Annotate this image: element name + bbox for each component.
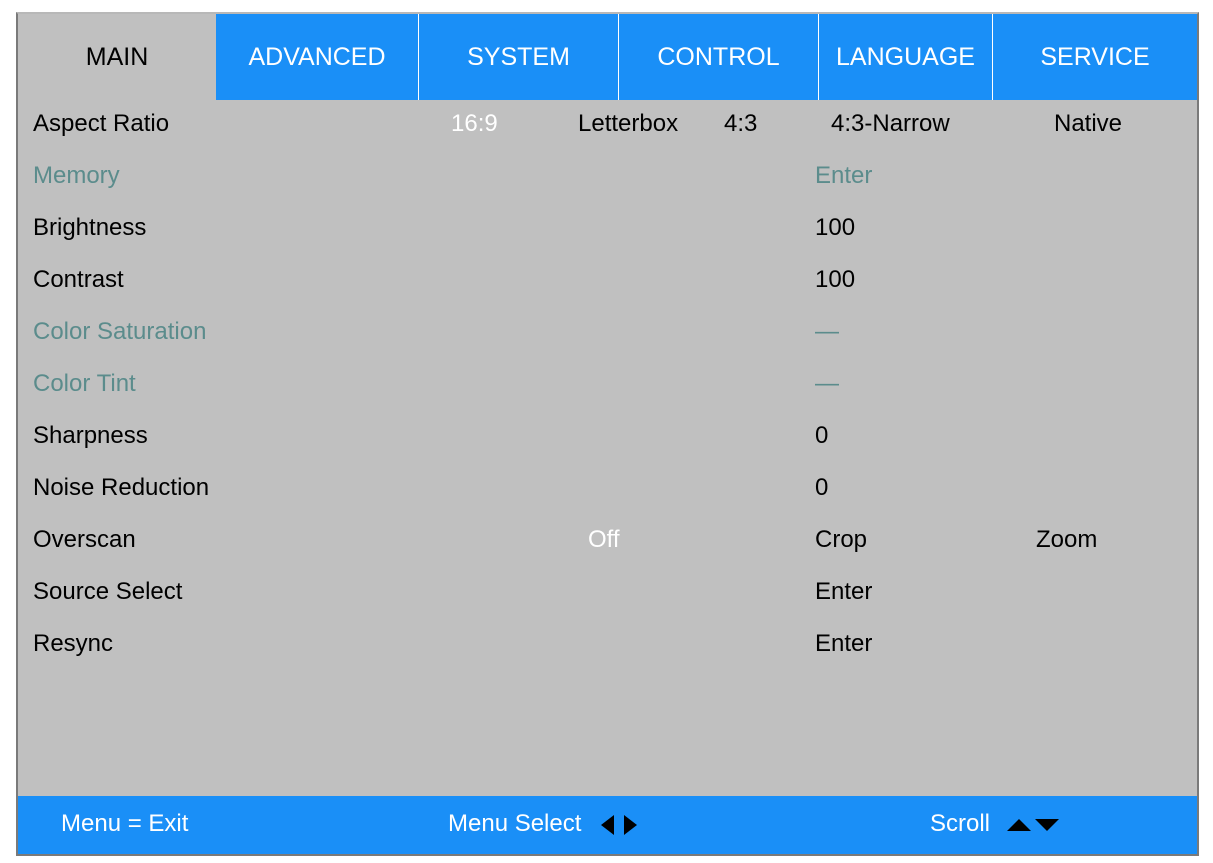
overscan-row[interactable]: Overscan Off Crop Zoom bbox=[18, 516, 1197, 568]
contrast-value[interactable]: 100 bbox=[815, 266, 855, 294]
aspect-option-native[interactable]: Native bbox=[1054, 110, 1122, 138]
color-tint-value: — bbox=[815, 370, 839, 397]
left-right-arrows-icon bbox=[601, 814, 638, 835]
aspect-ratio-row[interactable]: Aspect Ratio 16:9 Letterbox 4:3 4:3-Narr… bbox=[18, 100, 1197, 152]
brightness-value[interactable]: 100 bbox=[815, 214, 855, 242]
tab-system[interactable]: SYSTEM bbox=[418, 14, 618, 100]
triangle-down-icon bbox=[1034, 818, 1059, 831]
aspect-ratio-label: Aspect Ratio bbox=[33, 110, 170, 137]
tab-language[interactable]: LANGUAGE bbox=[818, 14, 992, 100]
overscan-option-off[interactable]: Off bbox=[588, 526, 620, 554]
aspect-option-4-3-narrow[interactable]: 4:3-Narrow bbox=[831, 110, 950, 138]
footer-hint-bar: Menu = Exit Menu Select Scroll bbox=[18, 796, 1197, 854]
resync-row[interactable]: Resync Enter bbox=[18, 620, 1197, 672]
contrast-label: Contrast bbox=[33, 266, 124, 293]
up-down-arrows-icon bbox=[1006, 818, 1059, 831]
resync-label: Resync bbox=[33, 630, 114, 657]
projector-osd-menu: MAIN ADVANCED SYSTEM CONTROL LANGUAGE SE… bbox=[16, 12, 1199, 856]
tab-service[interactable]: SERVICE bbox=[992, 14, 1197, 100]
contrast-row[interactable]: Contrast 100 bbox=[18, 256, 1197, 308]
tab-main[interactable]: MAIN bbox=[18, 14, 216, 100]
tab-advanced[interactable]: ADVANCED bbox=[216, 14, 418, 100]
overscan-option-zoom[interactable]: Zoom bbox=[1036, 526, 1097, 554]
scroll-hint-label: Scroll bbox=[930, 810, 991, 837]
overscan-label: Overscan bbox=[33, 526, 136, 553]
source-select-label: Source Select bbox=[33, 578, 183, 605]
noise-reduction-value[interactable]: 0 bbox=[815, 474, 828, 502]
memory-value: Enter bbox=[815, 162, 873, 189]
brightness-label: Brightness bbox=[33, 214, 147, 241]
sharpness-label: Sharpness bbox=[33, 422, 148, 449]
sharpness-value[interactable]: 0 bbox=[815, 422, 828, 450]
source-select-value[interactable]: Enter bbox=[815, 578, 872, 606]
sharpness-row[interactable]: Sharpness 0 bbox=[18, 412, 1197, 464]
color-tint-row: Color Tint — bbox=[18, 360, 1197, 412]
resync-value[interactable]: Enter bbox=[815, 630, 872, 658]
select-hint: Menu Select bbox=[448, 810, 642, 838]
brightness-row[interactable]: Brightness 100 bbox=[18, 204, 1197, 256]
color-tint-label: Color Tint bbox=[33, 370, 136, 397]
aspect-option-4-3[interactable]: 4:3 bbox=[724, 110, 757, 138]
noise-reduction-label: Noise Reduction bbox=[33, 474, 210, 501]
aspect-option-letterbox[interactable]: Letterbox bbox=[578, 110, 678, 138]
tab-bar: MAIN ADVANCED SYSTEM CONTROL LANGUAGE SE… bbox=[18, 14, 1197, 100]
aspect-option-16-9[interactable]: 16:9 bbox=[451, 110, 498, 138]
triangle-right-icon bbox=[624, 814, 638, 835]
triangle-up-icon bbox=[1006, 818, 1031, 831]
memory-label: Memory bbox=[33, 162, 120, 189]
source-select-row[interactable]: Source Select Enter bbox=[18, 568, 1197, 620]
scroll-hint: Scroll bbox=[930, 810, 1063, 838]
triangle-left-icon bbox=[601, 814, 615, 835]
settings-list: Aspect Ratio 16:9 Letterbox 4:3 4:3-Narr… bbox=[18, 100, 1197, 672]
memory-row: Memory Enter bbox=[18, 152, 1197, 204]
select-hint-label: Menu Select bbox=[448, 810, 582, 837]
color-saturation-row: Color Saturation — bbox=[18, 308, 1197, 360]
overscan-option-crop[interactable]: Crop bbox=[815, 526, 867, 554]
noise-reduction-row[interactable]: Noise Reduction 0 bbox=[18, 464, 1197, 516]
color-saturation-value: — bbox=[815, 318, 839, 345]
tab-control[interactable]: CONTROL bbox=[618, 14, 818, 100]
exit-hint: Menu = Exit bbox=[61, 810, 189, 837]
color-saturation-label: Color Saturation bbox=[33, 318, 207, 345]
